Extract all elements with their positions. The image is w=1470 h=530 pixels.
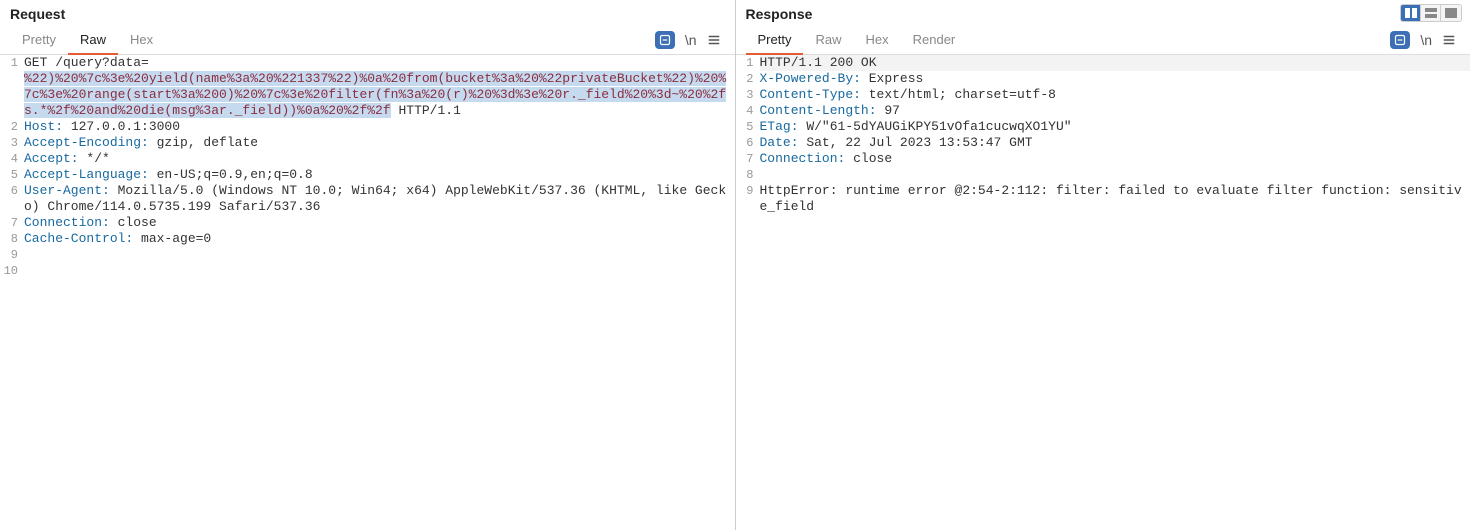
line-number: 7	[0, 215, 24, 231]
line-content[interactable]: Date: Sat, 22 Jul 2023 13:53:47 GMT	[760, 135, 1470, 151]
tab-raw[interactable]: Raw	[68, 26, 118, 55]
layout-columns-icon[interactable]	[1401, 5, 1421, 21]
tab-pretty[interactable]: Pretty	[746, 26, 804, 55]
line-content[interactable]: ETag: W/"61-5dYAUGiKPY51vOfa1cucwqXO1YU"	[760, 119, 1470, 135]
editor-line: 10	[0, 263, 735, 279]
editor-line: 3Content-Type: text/html; charset=utf-8	[736, 87, 1470, 103]
request-header: Request	[0, 0, 735, 22]
editor-line: 7Connection: close	[0, 215, 735, 231]
line-number: 7	[736, 151, 760, 167]
response-title: Response	[746, 6, 813, 22]
editor-line: 9	[0, 247, 735, 263]
response-tab-tools: \n	[1390, 31, 1460, 49]
newline-icon[interactable]: \n	[685, 32, 697, 48]
layout-single-icon[interactable]	[1441, 5, 1461, 21]
line-number: 1	[736, 55, 760, 71]
editor-line: 6Date: Sat, 22 Jul 2023 13:53:47 GMT	[736, 135, 1470, 151]
line-number: 6	[0, 183, 24, 199]
tab-hex[interactable]: Hex	[853, 26, 900, 55]
line-content[interactable]: Content-Type: text/html; charset=utf-8	[760, 87, 1470, 103]
line-content[interactable]: Connection: close	[24, 215, 735, 231]
actions-icon[interactable]	[655, 31, 675, 49]
line-number: 9	[0, 247, 24, 263]
line-number: 9	[736, 183, 760, 199]
line-number: 2	[736, 71, 760, 87]
line-number: 3	[736, 87, 760, 103]
line-number: 4	[0, 151, 24, 167]
line-content[interactable]: GET /query?data=	[24, 55, 735, 71]
request-tabs: Pretty Raw Hex \n	[0, 26, 735, 55]
editor-line: 4Accept: */*	[0, 151, 735, 167]
request-pane: Request Pretty Raw Hex \n 1GET /query?da…	[0, 0, 735, 530]
editor-line: 3Accept-Encoding: gzip, deflate	[0, 135, 735, 151]
line-content[interactable]: Connection: close	[760, 151, 1470, 167]
request-editor[interactable]: 1GET /query?data=%22)%20%7c%3e%20yield(n…	[0, 55, 735, 530]
line-number: 5	[0, 167, 24, 183]
line-number: 3	[0, 135, 24, 151]
editor-line: 5Accept-Language: en-US;q=0.9,en;q=0.8	[0, 167, 735, 183]
editor-line: 7Connection: close	[736, 151, 1470, 167]
layout-rows-icon[interactable]	[1421, 5, 1441, 21]
line-content[interactable]: Accept: */*	[24, 151, 735, 167]
editor-line: 6User-Agent: Mozilla/5.0 (Windows NT 10.…	[0, 183, 735, 215]
response-pane: Response Pretty Raw Hex Render	[735, 0, 1470, 530]
editor-line: 1GET /query?data=	[0, 55, 735, 71]
tab-render[interactable]: Render	[901, 26, 968, 55]
split-container: Request Pretty Raw Hex \n 1GET /query?da…	[0, 0, 1470, 530]
line-number: 2	[0, 119, 24, 135]
request-tab-tools: \n	[655, 31, 725, 49]
line-content[interactable]: Accept-Encoding: gzip, deflate	[24, 135, 735, 151]
line-number: 8	[736, 167, 760, 183]
line-content[interactable]: HTTP/1.1 200 OK	[760, 55, 1470, 71]
response-header: Response	[736, 0, 1470, 22]
line-number: 8	[0, 231, 24, 247]
response-tabs: Pretty Raw Hex Render \n	[736, 26, 1470, 55]
editor-line: 2Host: 127.0.0.1:3000	[0, 119, 735, 135]
actions-icon[interactable]	[1390, 31, 1410, 49]
line-content[interactable]: Cache-Control: max-age=0	[24, 231, 735, 247]
line-content[interactable]: %22)%20%7c%3e%20yield(name%3a%20%221337%…	[24, 71, 735, 119]
line-number: 4	[736, 103, 760, 119]
hamburger-icon[interactable]	[707, 33, 721, 47]
tab-raw[interactable]: Raw	[803, 26, 853, 55]
line-content[interactable]: HttpError: runtime error @2:54-2:112: fi…	[760, 183, 1470, 215]
newline-icon[interactable]: \n	[1420, 32, 1432, 48]
tab-hex[interactable]: Hex	[118, 26, 165, 55]
editor-line: %22)%20%7c%3e%20yield(name%3a%20%221337%…	[0, 71, 735, 119]
hamburger-icon[interactable]	[1442, 33, 1456, 47]
line-content[interactable]: X-Powered-By: Express	[760, 71, 1470, 87]
editor-line: 8Cache-Control: max-age=0	[0, 231, 735, 247]
line-number: 6	[736, 135, 760, 151]
request-title: Request	[10, 6, 65, 22]
line-number: 10	[0, 263, 24, 279]
editor-line: 2X-Powered-By: Express	[736, 71, 1470, 87]
response-editor[interactable]: 1HTTP/1.1 200 OK2X-Powered-By: Express3C…	[736, 55, 1470, 530]
line-number: 1	[0, 55, 24, 71]
line-content[interactable]: User-Agent: Mozilla/5.0 (Windows NT 10.0…	[24, 183, 735, 215]
line-number: 5	[736, 119, 760, 135]
layout-toggles	[1400, 4, 1462, 22]
editor-line: 1HTTP/1.1 200 OK	[736, 55, 1470, 71]
editor-line: 8	[736, 167, 1470, 183]
line-content[interactable]: Content-Length: 97	[760, 103, 1470, 119]
editor-line: 9HttpError: runtime error @2:54-2:112: f…	[736, 183, 1470, 215]
line-content[interactable]: Host: 127.0.0.1:3000	[24, 119, 735, 135]
editor-line: 4Content-Length: 97	[736, 103, 1470, 119]
tab-pretty[interactable]: Pretty	[10, 26, 68, 55]
line-content[interactable]: Accept-Language: en-US;q=0.9,en;q=0.8	[24, 167, 735, 183]
editor-line: 5ETag: W/"61-5dYAUGiKPY51vOfa1cucwqXO1YU…	[736, 119, 1470, 135]
